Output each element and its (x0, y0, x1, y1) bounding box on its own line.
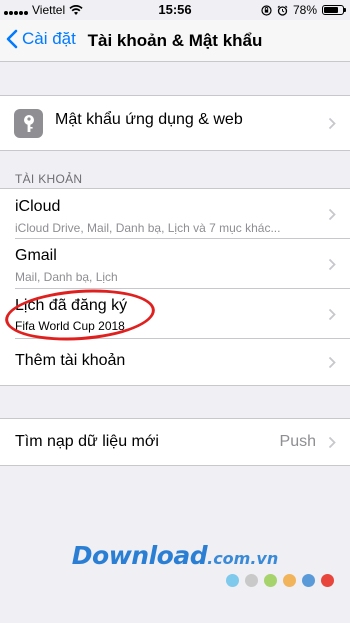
fetch-group: Tìm nạp dữ liệu mới Push (0, 418, 350, 466)
add-account-row[interactable]: Thêm tài khoản (0, 339, 350, 385)
chevron-right-icon (328, 356, 336, 369)
status-bar: Viettel 15:56 78% (0, 0, 350, 20)
watermark-dots (226, 574, 334, 587)
chevron-right-icon (328, 258, 336, 271)
account-subtitle: Mail, Danh bạ, Lịch (15, 270, 118, 284)
orientation-lock-icon (261, 4, 272, 16)
account-subtitle: iCloud Drive, Mail, Danh bạ, Lịch và 7 m… (15, 221, 281, 235)
navigation-bar: Cài đặt Tài khoản & Mật khẩu (0, 20, 350, 62)
watermark-dot (264, 574, 277, 587)
status-right: 78% (261, 3, 346, 17)
account-row-gmail[interactable]: Gmail Mail, Danh bạ, Lịch (0, 239, 350, 289)
fetch-new-data-row[interactable]: Tìm nạp dữ liệu mới Push (0, 419, 350, 465)
watermark-dot (283, 574, 296, 587)
battery-fill (324, 7, 339, 13)
watermark-dot (321, 574, 334, 587)
account-row-icloud[interactable]: iCloud iCloud Drive, Mail, Danh bạ, Lịch… (0, 189, 350, 239)
chevron-right-icon (328, 208, 336, 221)
chevron-right-icon (328, 436, 336, 449)
watermark-main: Download (71, 541, 208, 570)
accounts-group: iCloud iCloud Drive, Mail, Danh bạ, Lịch… (0, 188, 350, 386)
fetch-value: Push (279, 433, 316, 450)
add-account-label: Thêm tài khoản (15, 352, 126, 369)
watermark-dot (245, 574, 258, 587)
account-title: Gmail (15, 247, 57, 264)
passwords-group: Mật khẩu ứng dụng & web (0, 95, 350, 151)
page-title: Tài khoản & Mật khẩu (87, 31, 263, 50)
passwords-label: Mật khẩu ứng dụng & web (55, 111, 243, 128)
account-title: iCloud (15, 198, 61, 215)
passwords-row[interactable]: Mật khẩu ứng dụng & web (0, 96, 350, 150)
watermark-dot (226, 574, 239, 587)
account-title: Lịch đã đăng ký (15, 297, 128, 314)
account-row-subscribed-calendar[interactable]: Lịch đã đăng ký Fifa World Cup 2018 (0, 289, 350, 339)
watermark: Download.com.vn (0, 541, 350, 570)
key-icon (14, 109, 43, 138)
chevron-right-icon (328, 117, 336, 130)
battery-percent: 78% (292, 3, 317, 17)
fetch-label: Tìm nạp dữ liệu mới (15, 433, 159, 450)
account-subtitle: Fifa World Cup 2018 (15, 319, 125, 333)
alarm-icon (277, 5, 288, 16)
accounts-section-header: TÀI KHOẢN (15, 172, 83, 186)
watermark-dot (302, 574, 315, 587)
watermark-suffix: .com.vn (207, 549, 279, 568)
battery-icon (322, 5, 346, 15)
chevron-right-icon (328, 308, 336, 321)
